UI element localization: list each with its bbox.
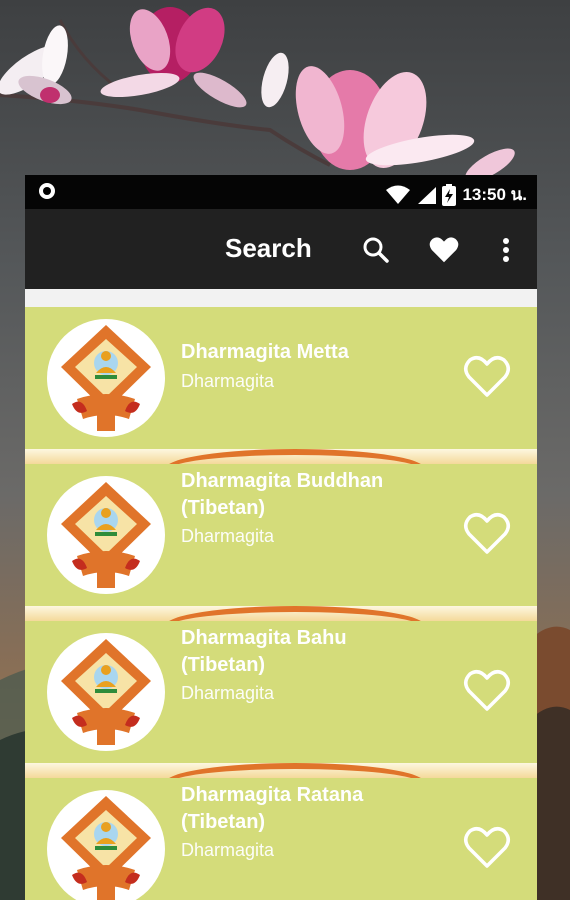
favorite-toggle[interactable] bbox=[463, 669, 511, 713]
buddha-emblem-icon bbox=[61, 639, 151, 745]
avatar bbox=[47, 319, 165, 437]
battery-charging-icon bbox=[442, 183, 457, 206]
more-vert-icon bbox=[503, 238, 509, 262]
status-bar: 13:50 น. bbox=[25, 175, 537, 209]
item-title: Dharmagita Bahu (Tibetan) bbox=[181, 627, 347, 676]
magnolia-background bbox=[0, 7, 515, 182]
avatar bbox=[47, 790, 165, 900]
item-subtitle: Dharmagita bbox=[181, 526, 275, 546]
search-icon bbox=[363, 237, 389, 263]
item-subtitle: Dharmagita bbox=[181, 683, 275, 703]
item-title: Dharmagita Metta bbox=[181, 341, 349, 363]
notification-circle-icon bbox=[39, 183, 55, 199]
list-top-gap bbox=[25, 289, 537, 307]
cell-signal-icon bbox=[418, 186, 437, 204]
list-item[interactable]: Dharmagita Buddhan (Tibetan) Dharmagita bbox=[25, 464, 537, 606]
item-subtitle: Dharmagita bbox=[181, 371, 275, 391]
app-window: 13:50 น. Search Dharmagita Metta Dharmag… bbox=[25, 175, 537, 900]
toolbar: Search bbox=[25, 209, 537, 289]
page-title: Search bbox=[225, 233, 312, 263]
status-icons: 13:50 น. bbox=[386, 181, 527, 208]
list-item[interactable]: Dharmagita Metta Dharmagita bbox=[25, 307, 537, 449]
heart-outline-icon bbox=[464, 513, 510, 554]
item-divider bbox=[25, 763, 537, 778]
buddha-emblem-icon bbox=[61, 325, 151, 431]
avatar bbox=[47, 633, 165, 751]
list-item[interactable]: Dharmagita Bahu (Tibetan) Dharmagita bbox=[25, 621, 537, 763]
wifi-icon bbox=[386, 185, 411, 204]
heart-outline-icon bbox=[464, 670, 510, 711]
status-time: 13:50 น. bbox=[462, 185, 527, 204]
avatar bbox=[47, 476, 165, 594]
list-item[interactable]: Dharmagita Ratana (Tibetan) Dharmagita bbox=[25, 778, 537, 900]
favorites-button[interactable] bbox=[429, 235, 459, 265]
item-divider bbox=[25, 606, 537, 621]
favorite-toggle[interactable] bbox=[463, 826, 511, 870]
favorite-toggle[interactable] bbox=[463, 355, 511, 399]
item-title: Dharmagita Buddhan (Tibetan) bbox=[181, 470, 384, 519]
buddha-emblem-icon bbox=[61, 482, 151, 588]
favorite-toggle[interactable] bbox=[463, 512, 511, 556]
song-list: Dharmagita Metta Dharmagita Dharmagita B… bbox=[25, 289, 537, 900]
heart-outline-icon bbox=[464, 356, 510, 397]
item-divider bbox=[25, 449, 537, 464]
search-button[interactable] bbox=[361, 235, 391, 265]
heart-outline-icon bbox=[464, 827, 510, 868]
item-title: Dharmagita Ratana (Tibetan) bbox=[181, 784, 364, 833]
buddha-emblem-icon bbox=[61, 796, 151, 900]
heart-filled-icon bbox=[429, 237, 459, 263]
more-options-button[interactable] bbox=[491, 235, 521, 265]
item-subtitle: Dharmagita bbox=[181, 840, 275, 860]
